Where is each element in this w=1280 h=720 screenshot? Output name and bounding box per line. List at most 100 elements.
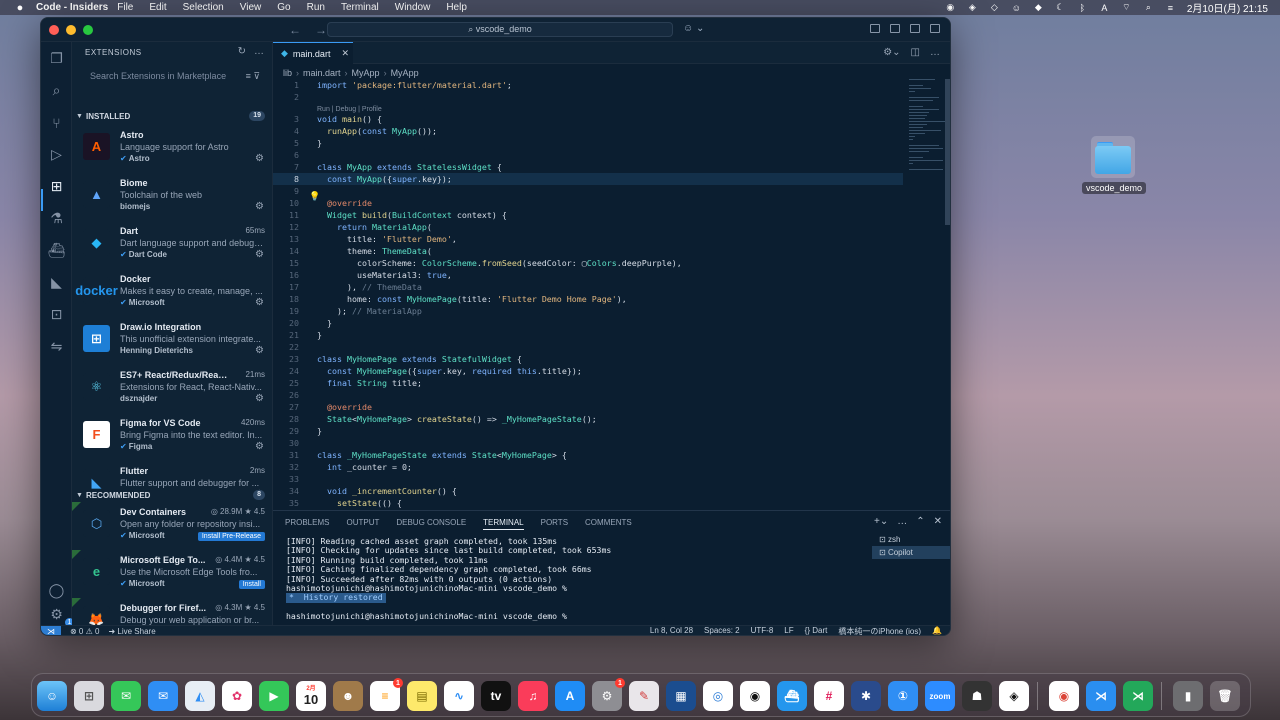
messages-icon[interactable]: ✉ [111, 681, 141, 711]
command-center[interactable]: ⌕ vscode_demo [327, 22, 673, 37]
run-debug-dropdown-icon[interactable]: ⚙⌄ [883, 47, 900, 58]
copilot-icon[interactable]: ☺ [1011, 3, 1022, 13]
indentation-status[interactable]: Spaces: 2 [704, 626, 740, 635]
code-line[interactable]: 6 [273, 149, 903, 161]
menu-view[interactable]: View [240, 2, 262, 13]
app-menu[interactable]: Code - Insiders [36, 2, 108, 13]
github-icon[interactable]: ⊡ [48, 306, 65, 323]
editor-scrollbar[interactable] [945, 79, 950, 225]
spotlight-icon[interactable]: ⌕ [1143, 2, 1154, 13]
downloads-folder-icon[interactable]: ▮ [1173, 681, 1203, 711]
bluetooth-icon[interactable]: ᛒ [1077, 3, 1088, 13]
tab-main-dart[interactable]: ◆ main.dart ✕ [273, 42, 353, 64]
encoding-status[interactable]: UTF-8 [751, 626, 774, 635]
code-line[interactable]: 5} [273, 137, 903, 149]
copilot-menu-icon[interactable]: ☺ ⌄ [683, 23, 704, 34]
onepassword-icon[interactable]: ① [888, 681, 918, 711]
notes-icon[interactable]: ▤ [407, 681, 437, 711]
code-line[interactable]: 30 [273, 437, 903, 449]
menu-file[interactable]: File [117, 2, 133, 13]
device-status[interactable]: 橋本純一のiPhone (ios) [838, 626, 921, 635]
maps-icon[interactable]: ◭ [185, 681, 215, 711]
extension-item[interactable]: docker Docker Makes it easy to create, man… [72, 269, 273, 317]
freeform-icon[interactable]: ∿ [444, 681, 474, 711]
mail-icon[interactable]: ✉ [148, 681, 178, 711]
code-line[interactable]: 10 @override [273, 197, 903, 209]
close-window-button[interactable] [49, 24, 59, 35]
code-line[interactable]: 20 } [273, 317, 903, 329]
accounts-icon[interactable]: ◯ [48, 582, 65, 599]
code-line[interactable]: 18 home: const MyHomePage(title: 'Flutte… [273, 293, 903, 305]
reminders-icon[interactable]: ≡ 1 [370, 678, 403, 711]
back-arrow-icon[interactable]: ← [289, 23, 301, 37]
preview-icon[interactable]: ▦ [666, 681, 696, 711]
menu-selection[interactable]: Selection [183, 2, 224, 13]
menubar-clock[interactable]: 2月10日(月) 21:15 [1187, 0, 1268, 15]
code-line[interactable]: 19 ); // MaterialApp [273, 305, 903, 317]
flutter-view-icon[interactable]: ◣ [48, 274, 65, 291]
extension-item[interactable]: A Astro Language support for Astro ✔ Astro ⚙ [72, 125, 273, 173]
menu-edit[interactable]: Edit [149, 2, 166, 13]
tab-debug-console[interactable]: DEBUG CONSOLE [396, 518, 466, 530]
desktop-folder[interactable]: vscode_demo [1082, 136, 1147, 194]
code-line[interactable]: 12 return MaterialApp( [273, 221, 903, 233]
code-line[interactable]: 32 int _counter = 0; [273, 461, 903, 473]
breadcrumb-item[interactable]: lib [283, 68, 292, 78]
close-tab-icon[interactable]: ✕ [341, 48, 349, 59]
code-line[interactable]: 2 [273, 91, 903, 103]
slack-icon[interactable]: # [814, 681, 844, 711]
tab-ports[interactable]: PORTS [541, 518, 568, 530]
maximize-window-button[interactable] [83, 24, 93, 35]
toggle-sidebar-icon[interactable] [890, 24, 900, 33]
extension-item[interactable]: F Figma for VS Code 420ms Bring Figma into … [72, 413, 273, 461]
code-line[interactable]: 13 title: 'Flutter Demo', [273, 233, 903, 245]
moon-icon[interactable]: ☾ [1055, 2, 1066, 13]
recommended-section-header[interactable]: ▼ RECOMMENDED 8 [72, 488, 273, 502]
code-line[interactable]: 11 Widget build(BuildContext context) { [273, 209, 903, 221]
zoom-icon[interactable]: zoom [925, 681, 955, 711]
photos-icon[interactable]: ✿ [222, 681, 252, 711]
extension-item[interactable]: ⚛ ES7+ React/Redux/React... 21ms Extensions… [72, 365, 273, 413]
filter-icon[interactable]: ≡ ⊽ [246, 68, 260, 85]
code-line[interactable]: 14 theme: ThemeData( [273, 245, 903, 257]
tab-terminal[interactable]: TERMINAL [483, 518, 524, 530]
refresh-icon[interactable]: ↻ [238, 46, 246, 57]
testing-icon[interactable]: ⚗ [48, 210, 65, 227]
install-button[interactable]: Install [238, 580, 265, 589]
quicktime-icon[interactable]: ◎ [703, 681, 733, 711]
manage-gear-icon[interactable]: ⚙ [255, 345, 264, 356]
more-actions-icon[interactable]: … [254, 46, 264, 57]
code-line[interactable]: 22 [273, 341, 903, 353]
breadcrumb-item[interactable]: main.dart [303, 68, 341, 78]
code-line[interactable]: 16 useMaterial3: true, [273, 269, 903, 281]
forward-arrow-icon[interactable]: → [315, 23, 327, 37]
codelens-run-debug[interactable]: Run | Debug | Profile [317, 106, 382, 113]
extension-item[interactable]: ▲ Biome Toolchain of the web biomejs ⚙ [72, 173, 273, 221]
apple-menu-icon[interactable]: ● [10, 2, 30, 14]
code-line[interactable]: 4 runApp(const MyApp()); [273, 125, 903, 137]
source-control-icon[interactable]: ⑂ [48, 114, 65, 131]
close-panel-icon[interactable]: ✕ [934, 516, 942, 527]
code-line[interactable]: 27 @override [273, 401, 903, 413]
code-line[interactable]: 34 void _incrementCounter() { [273, 485, 903, 497]
new-terminal-icon[interactable]: +⌄ [874, 516, 888, 527]
tab-comments[interactable]: COMMENTS [585, 518, 632, 530]
extensions-search-input[interactable]: Search Extensions in Marketplace ≡ ⊽ [82, 68, 264, 85]
menu-terminal[interactable]: Terminal [341, 2, 379, 13]
code-line[interactable]: 17 ), // ThemeData [273, 281, 903, 293]
explorer-icon[interactable]: ❐ [48, 50, 65, 67]
installed-section-header[interactable]: ▼ INSTALLED 19 [72, 109, 273, 123]
extension-item[interactable]: ⊞ Draw.io Integration This unofficial exte… [72, 317, 273, 365]
more-actions-icon[interactable]: … [930, 47, 940, 58]
xcode-instruments-icon[interactable]: ✱ [851, 681, 881, 711]
problems-status[interactable]: ⊗ 0 ⚠ 0 [70, 627, 99, 635]
textedit-icon[interactable]: ✎ [629, 681, 659, 711]
control-center-icon[interactable]: ≡ [1165, 3, 1176, 13]
shortcut-icon[interactable]: ◆ [1033, 2, 1044, 13]
code-line[interactable]: 7 class MyApp extends StatelessWidget { [273, 161, 903, 173]
manage-gear-icon[interactable]: ⚙ [255, 201, 264, 212]
menu-help[interactable]: Help [446, 2, 467, 13]
facetime-icon[interactable]: ▶ [259, 681, 289, 711]
menu-go[interactable]: Go [277, 2, 290, 13]
apple-tv-icon[interactable]: tv [481, 681, 511, 711]
